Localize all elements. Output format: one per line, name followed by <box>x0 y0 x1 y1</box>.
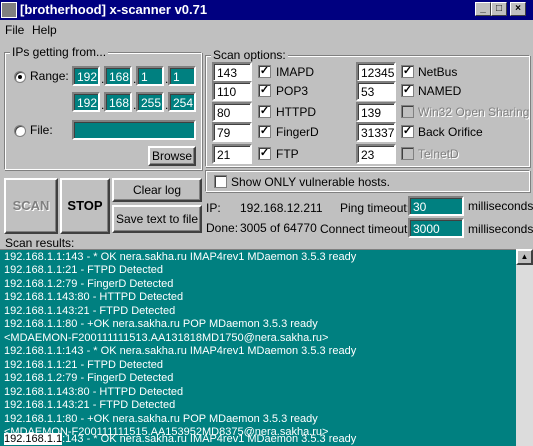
connect-ms-unit: milliseconds <box>468 222 533 236</box>
done-value: 3005 of 64770 <box>240 221 317 235</box>
fingerd-port-input[interactable]: 79 <box>212 122 252 142</box>
result-line: 192.168.1.1:143 - * OK nera.sakha.ru IMA… <box>4 345 357 357</box>
netbus-label: NetBus <box>418 65 458 79</box>
file-label: File: <box>30 123 53 137</box>
show-vulnerable-checkbox[interactable] <box>214 175 227 188</box>
current-ip-value: 192.168.12.211 <box>240 201 323 215</box>
range-to-octet-4[interactable]: 254 <box>168 92 196 112</box>
fingerd-label: FingerD <box>276 125 319 139</box>
connect-timeout-label: Connect timeout: <box>320 222 411 236</box>
clear-log-button[interactable]: Clear log <box>112 178 202 202</box>
httpd-checkbox[interactable]: ✓ <box>258 105 271 118</box>
back-orifice-label: Back Orifice <box>418 125 483 139</box>
range-from-octet-1[interactable]: 192 <box>72 66 100 86</box>
result-line: 192.168.1.2:79 - FingerD Detected <box>4 372 174 384</box>
result-line: 192.168.1.143:21 - FTPD Detected <box>4 305 176 317</box>
connect-timeout-input[interactable]: 3000 <box>408 218 464 238</box>
range-to-octet-2[interactable]: 168 <box>104 92 132 112</box>
result-line: 192.168.1.1:143 - * OK nera.sakha.ru IMA… <box>4 251 357 263</box>
fingerd-checkbox[interactable]: ✓ <box>258 125 271 138</box>
range-radio[interactable] <box>14 71 26 83</box>
selected-line-rest: :143 - * OK nera.sakha.ru IMAP4rev1 MDae… <box>62 433 357 445</box>
result-line: 192.168.1.1:80 - +OK nera.sakha.ru POP M… <box>4 413 318 425</box>
results-scrollbar[interactable]: ▲ <box>516 249 533 446</box>
browse-button[interactable]: Browse <box>148 146 196 166</box>
win32-sharing-label: Win32 Open Sharing <box>418 105 530 119</box>
named-label: NAMED <box>418 84 462 98</box>
result-line: 192.168.1.1:21 - FTPD Detected <box>4 264 163 276</box>
netbus-port-input[interactable]: 12345 <box>356 62 396 82</box>
ftp-port-input[interactable]: 21 <box>212 144 252 164</box>
range-to-octet-3[interactable]: 255 <box>136 92 164 112</box>
selected-ip-text: 192.168.1.1 <box>4 433 63 445</box>
scan-button: SCAN <box>4 178 58 234</box>
scroll-up-arrow-icon[interactable]: ▲ <box>516 249 533 265</box>
range-label: Range: <box>30 69 69 83</box>
scan-results-label: Scan results: <box>5 236 75 250</box>
ping-timeout-label: Ping timeout: <box>340 201 411 215</box>
pop3-port-input[interactable]: 110 <box>212 81 252 101</box>
pop3-checkbox[interactable]: ✓ <box>258 84 271 97</box>
result-line: 192.168.1.2:79 - FingerD Detected <box>4 278 174 290</box>
show-vulnerable-label: Show ONLY vulnerable hosts. <box>231 175 390 189</box>
back-orifice-port-input[interactable]: 31337 <box>356 122 396 142</box>
window-title: [brotherhood] x-scanner v0.71 <box>20 2 208 17</box>
ftp-checkbox[interactable]: ✓ <box>258 147 271 160</box>
close-button[interactable]: × <box>510 2 526 16</box>
imapd-checkbox[interactable]: ✓ <box>258 65 271 78</box>
range-from-octet-4[interactable]: 1 <box>168 66 196 86</box>
menu-help[interactable]: Help <box>32 23 57 37</box>
range-from-octet-2[interactable]: 168 <box>104 66 132 86</box>
result-line: 192.168.1.143:80 - HTTPD Detected <box>4 386 184 398</box>
win32-sharing-checkbox <box>401 105 414 118</box>
file-path-input[interactable] <box>72 120 196 140</box>
netbus-checkbox[interactable]: ✓ <box>401 65 414 78</box>
ip-label: IP: <box>206 201 221 215</box>
named-checkbox[interactable]: ✓ <box>401 84 414 97</box>
imapd-label: IMAPD <box>276 65 315 79</box>
ips-legend: IPs getting from... <box>10 45 109 59</box>
app-icon[interactable] <box>1 2 17 18</box>
imapd-port-input[interactable]: 143 <box>212 62 252 82</box>
maximize-button[interactable]: □ <box>491 2 507 16</box>
menu-bar: File Help <box>0 20 533 40</box>
back-orifice-checkbox[interactable]: ✓ <box>401 125 414 138</box>
ping-timeout-input[interactable]: 30 <box>408 196 464 216</box>
ftp-label: FTP <box>276 147 299 161</box>
named-port-input[interactable]: 53 <box>356 81 396 101</box>
result-line: 192.168.1.143:21 - FTPD Detected <box>4 399 176 411</box>
httpd-label: HTTPD <box>276 105 316 119</box>
telnetd-checkbox <box>401 147 414 160</box>
httpd-port-input[interactable]: 80 <box>212 102 252 122</box>
telnetd-label: TelnetD <box>418 147 459 161</box>
minimize-button[interactable]: _ <box>475 2 491 16</box>
result-line-selected: 192.168.1.1:143 - * OK nera.sakha.ru IMA… <box>4 433 356 445</box>
telnetd-port-input[interactable]: 23 <box>356 144 396 164</box>
scan-options-legend: Scan options: <box>211 48 288 62</box>
save-text-button[interactable]: Save text to file <box>112 205 202 233</box>
title-bar[interactable]: [brotherhood] x-scanner v0.71 _ □ × <box>0 0 533 20</box>
pop3-label: POP3 <box>276 84 309 98</box>
result-line: 192.168.1.1:21 - FTPD Detected <box>4 359 163 371</box>
stop-button[interactable]: STOP <box>60 178 110 234</box>
range-from-octet-3[interactable]: 1 <box>136 66 164 86</box>
range-to-octet-1[interactable]: 192 <box>72 92 100 112</box>
ping-ms-unit: milliseconds <box>468 199 533 213</box>
menu-file[interactable]: File <box>5 23 24 37</box>
win32-sharing-port-input[interactable]: 139 <box>356 102 396 122</box>
result-line: <MDAEMON-F200111111513.AA131818MD1750@ne… <box>4 332 329 344</box>
scan-results-log[interactable]: 192.168.1.1:143 - * OK nera.sakha.ru IMA… <box>0 249 516 446</box>
result-line: 192.168.1.1:80 - +OK nera.sakha.ru POP M… <box>4 318 318 330</box>
result-line: 192.168.1.143:80 - HTTPD Detected <box>4 291 184 303</box>
file-radio[interactable] <box>14 125 26 137</box>
done-label: Done: <box>206 221 239 235</box>
